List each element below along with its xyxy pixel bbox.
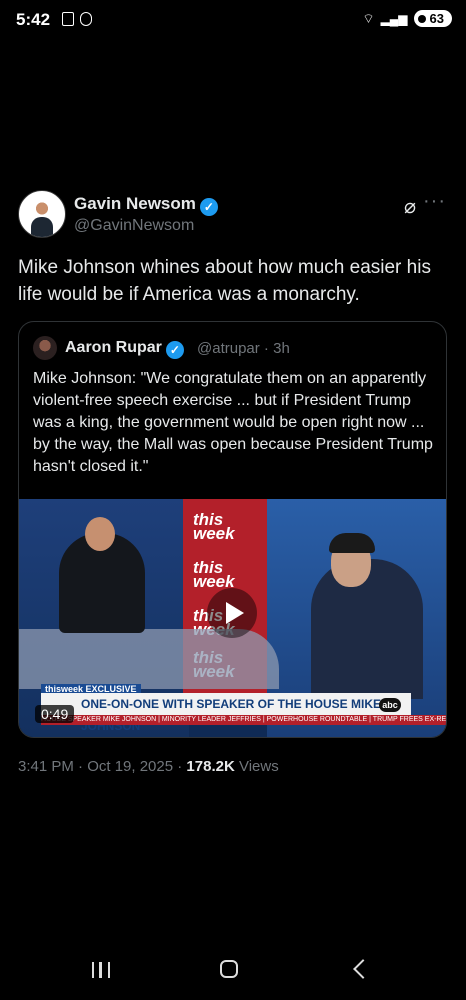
quoted-author-name-row: Aaron Rupar ✓ bbox=[65, 339, 184, 359]
battery-indicator: 63 bbox=[413, 10, 452, 27]
recents-icon[interactable] bbox=[92, 962, 110, 978]
quoted-text: Mike Johnson: "We congratulate them on a… bbox=[33, 370, 433, 475]
news-desk bbox=[19, 629, 279, 689]
home-icon[interactable] bbox=[220, 960, 238, 978]
vpn-icon bbox=[80, 12, 92, 26]
video-duration: 0:49 bbox=[35, 705, 75, 723]
back-icon[interactable] bbox=[353, 959, 373, 979]
status-time: 5:42 bbox=[16, 10, 51, 29]
signal-icon: ▂▄▆ bbox=[380, 11, 408, 26]
news-ticker: HOUSE SPEAKER MIKE JOHNSON | MINORITY LE… bbox=[41, 715, 447, 725]
play-icon[interactable] bbox=[207, 588, 257, 638]
author-avatar[interactable] bbox=[18, 190, 66, 238]
wifi-icon: ⌔ bbox=[362, 10, 375, 26]
quoted-time-ago: 3h bbox=[273, 340, 290, 357]
panel-logo: this week bbox=[193, 558, 235, 591]
more-icon[interactable]: ··· bbox=[423, 190, 446, 213]
author-name[interactable]: Gavin Newsom bbox=[74, 194, 196, 213]
quoted-author-name: Aaron Rupar bbox=[65, 339, 162, 356]
panel-logo: this week bbox=[193, 510, 235, 543]
views-label: Views bbox=[238, 758, 279, 775]
notification-icon bbox=[62, 12, 74, 26]
timestamp-text: 3:41 PM · Oct 19, 2025 · bbox=[18, 758, 187, 775]
grok-icon[interactable]: ⌀ bbox=[404, 194, 416, 219]
quoted-tweet[interactable]: Aaron Rupar ✓ @atrupar · 3h Mike Johnson:… bbox=[18, 321, 447, 738]
author-handle[interactable]: @GavinNewsom bbox=[74, 217, 194, 235]
quoted-author-avatar[interactable] bbox=[33, 336, 57, 360]
host-figure bbox=[59, 517, 145, 633]
quoted-meta: @atrupar · 3h bbox=[197, 340, 290, 357]
verified-icon: ✓ bbox=[199, 198, 218, 216]
author-name-row[interactable]: Gavin Newsom ✓ bbox=[74, 194, 218, 216]
chyron: ONE-ON-ONE WITH SPEAKER OF THE HOUSE MIK… bbox=[41, 693, 411, 733]
video-player[interactable]: this week this week this week this week … bbox=[19, 499, 447, 737]
quoted-author-handle: @atrupar bbox=[197, 340, 260, 357]
tweet-timestamp: 3:41 PM · Oct 19, 2025 · 178.2K Views bbox=[18, 758, 279, 775]
abc-logo-icon: abc bbox=[379, 698, 401, 712]
tweet-header: Gavin Newsom ✓ @GavinNewsom ⌀ ··· bbox=[18, 190, 450, 240]
status-bar: 5:42 ⌔ ▂▄▆ 63 bbox=[0, 0, 466, 40]
tweet-text: Mike Johnson whines about how much easie… bbox=[18, 257, 431, 305]
guest-figure bbox=[311, 533, 423, 699]
views-count[interactable]: 178.2K bbox=[186, 758, 234, 775]
system-nav-bar bbox=[0, 940, 466, 1000]
verified-icon: ✓ bbox=[165, 341, 184, 359]
